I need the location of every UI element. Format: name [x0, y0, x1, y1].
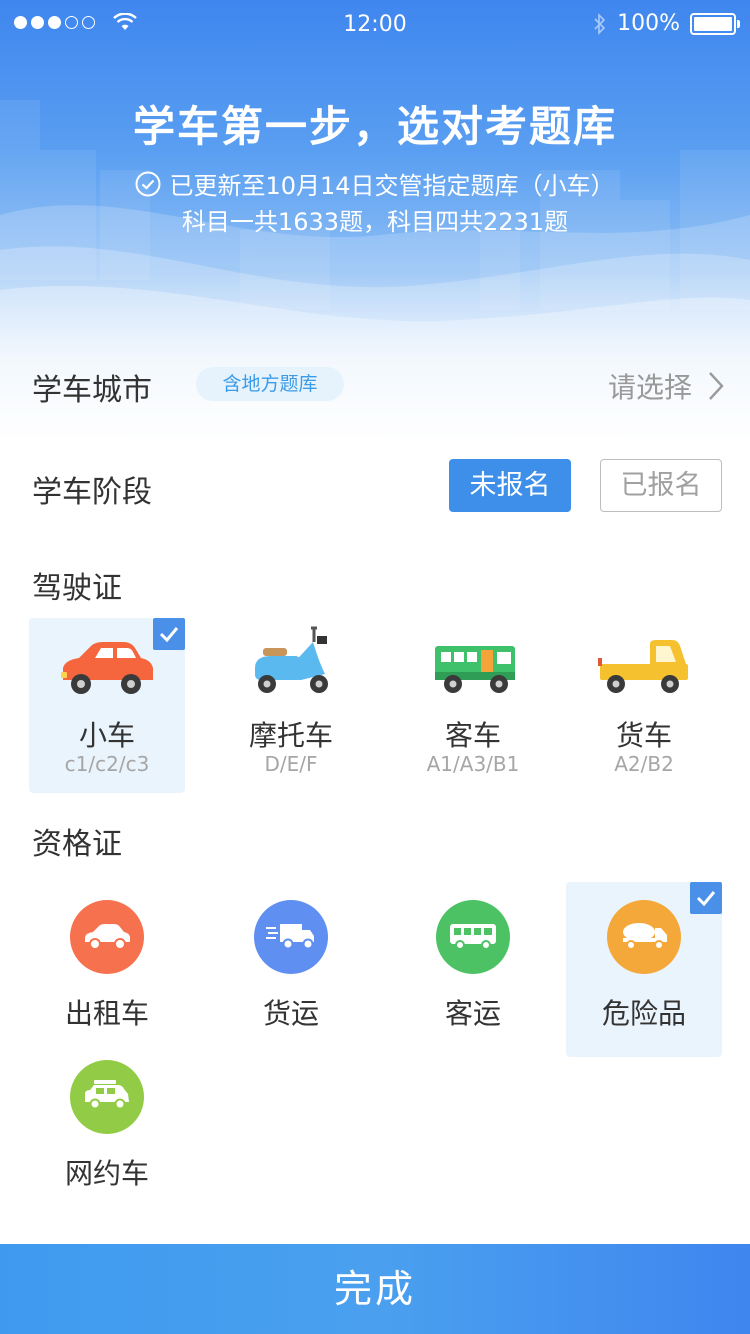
motorcycle-icon: [255, 626, 328, 693]
license-option-motorcycle[interactable]: 摩托车 D/E/F: [213, 618, 369, 793]
license-option-truck[interactable]: 货车 A2/B2: [566, 618, 722, 793]
qualification-name: 货运: [262, 997, 319, 1030]
coach-bus-icon: [436, 900, 510, 974]
city-selector[interactable]: 请选择: [608, 366, 724, 406]
qualification-name: 网约车: [64, 1157, 149, 1190]
qualification-option-freight[interactable]: 货运: [213, 882, 369, 1057]
city-label: 学车城市: [32, 373, 152, 408]
update-info: 已更新至10月14日交管指定题库（小车）: [0, 166, 750, 201]
tanker-truck-icon: [607, 900, 681, 974]
stage-label: 学车阶段: [32, 475, 152, 510]
chevron-right-icon: [709, 372, 724, 400]
taxi-icon: [70, 900, 144, 974]
qualification-name: 危险品: [601, 997, 686, 1030]
status-right: 100%: [593, 11, 740, 36]
license-name: 小车: [78, 719, 135, 752]
suv-icon: [70, 1060, 144, 1134]
question-count: 科目一共1633题，科目四共2231题: [181, 208, 569, 236]
battery-percent: 100%: [617, 11, 680, 36]
license-option-car[interactable]: 小车 c1/c2/c3: [29, 618, 185, 793]
license-name: 摩托车: [248, 719, 333, 752]
done-button[interactable]: 完成: [0, 1244, 750, 1334]
status-bar: 12:00 100%: [0, 0, 750, 50]
selected-check-icon: [153, 618, 185, 650]
selected-check-icon: [690, 882, 722, 914]
local-bank-tag: 含地方题库: [196, 367, 344, 401]
qualification-name: 客运: [444, 997, 501, 1030]
bus-icon: [435, 646, 515, 693]
check-circle-icon: [135, 171, 161, 196]
license-code: A2/B2: [614, 752, 674, 776]
license-code: A1/A3/B1: [426, 752, 520, 776]
car-icon: [61, 642, 153, 694]
bluetooth-icon: [594, 12, 606, 35]
license-name: 客车: [444, 719, 501, 752]
license-code: c1/c2/c3: [64, 752, 150, 776]
page-title: 学车第一步，选对考题库: [132, 102, 617, 151]
truck-icon: [598, 640, 688, 693]
qualification-option-ride-hailing[interactable]: 网约车: [29, 1042, 185, 1217]
freight-truck-icon: [254, 900, 328, 974]
license-section-title: 驾驶证: [32, 571, 122, 606]
license-option-bus[interactable]: 客车 A1/A3/B1: [395, 618, 551, 793]
qualification-option-passenger[interactable]: 客运: [395, 882, 551, 1057]
license-code: D/E/F: [264, 752, 318, 776]
qualification-name: 出租车: [64, 997, 149, 1030]
stage-enrolled-button[interactable]: 已报名: [600, 459, 722, 512]
stage-not-enrolled-button[interactable]: 未报名: [449, 459, 571, 512]
update-text: 已更新至10月14日交管指定题库（小车）: [169, 172, 615, 200]
city-select-placeholder: 请选择: [607, 371, 692, 404]
battery-icon: [690, 12, 740, 35]
license-name: 货车: [615, 719, 672, 752]
qualification-option-taxi[interactable]: 出租车: [29, 882, 185, 1057]
qualification-section-title: 资格证: [32, 827, 122, 862]
qualification-option-hazardous[interactable]: 危险品: [566, 882, 722, 1057]
